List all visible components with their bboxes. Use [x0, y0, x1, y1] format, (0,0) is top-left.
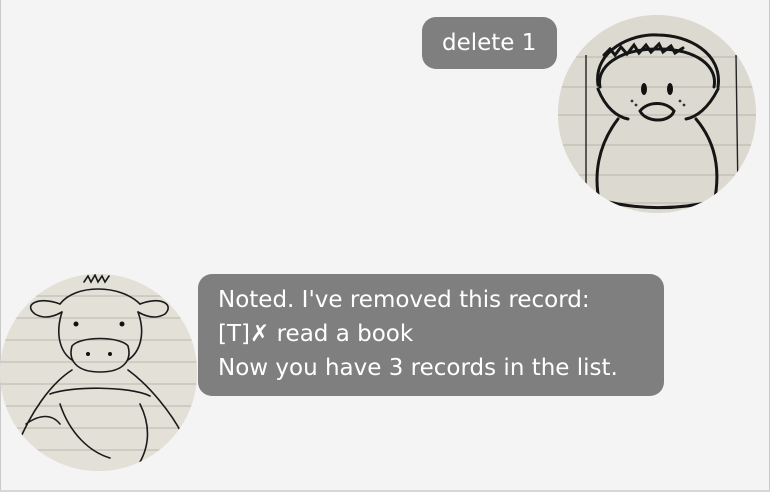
task-description: read a book — [269, 321, 414, 347]
penguin-sketch-avatar-icon — [558, 15, 756, 213]
window-left-border — [0, 0, 1, 492]
user-message-bubble: delete 1 — [422, 17, 557, 69]
penguin-sketch-drawing — [558, 15, 756, 213]
cross-mark-icon: ✗ — [250, 321, 270, 347]
bot-message-line-3: Now you have 3 records in the list. — [218, 355, 618, 381]
user-message-text: delete 1 — [442, 30, 537, 56]
task-type-tag: [T] — [218, 321, 250, 347]
bot-message-bubble: Noted. I've removed this record: [T]✗ re… — [198, 274, 664, 396]
cow-sketch-drawing — [0, 274, 197, 471]
cow-sketch-avatar-icon — [0, 274, 197, 471]
bot-message-line-2: [T]✗ read a book — [218, 317, 664, 351]
bot-message-line-1: Noted. I've removed this record: — [218, 287, 590, 313]
